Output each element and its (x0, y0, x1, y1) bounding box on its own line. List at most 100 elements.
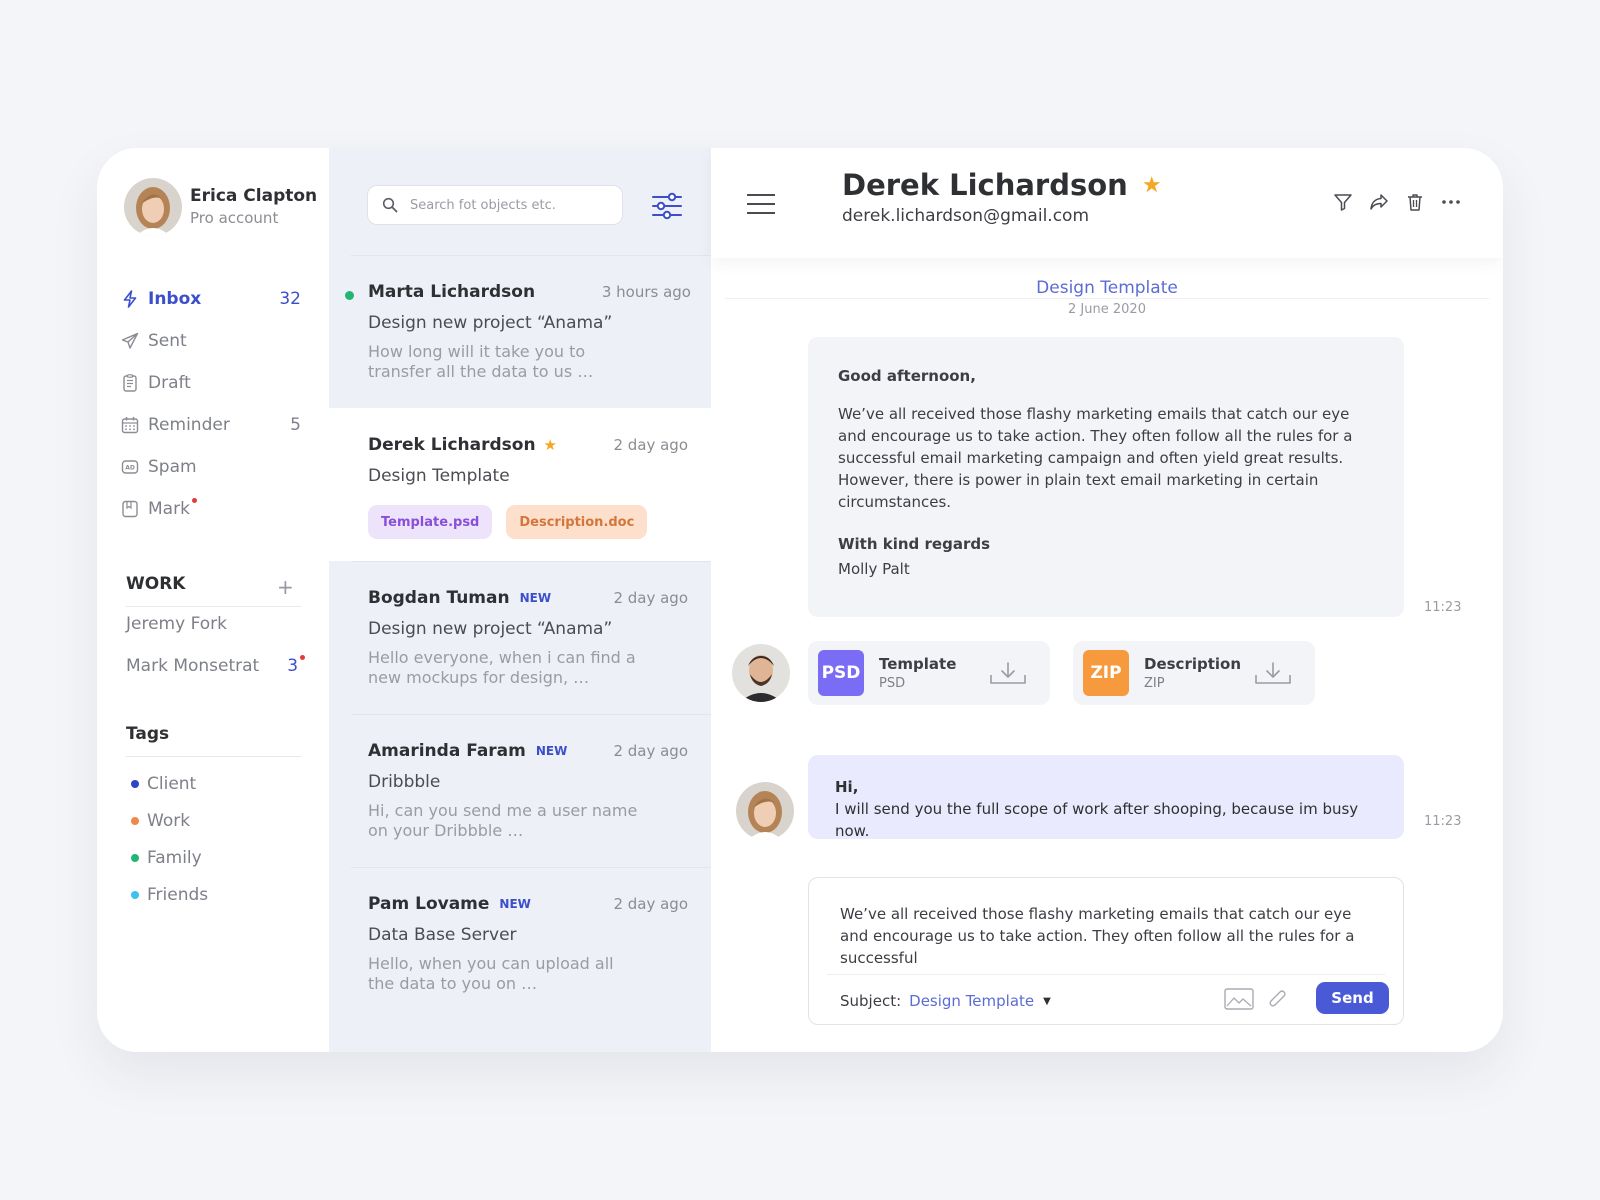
caret-down-icon[interactable]: ▼ (1043, 996, 1051, 1007)
nav-item-mark[interactable]: Mark (121, 488, 301, 530)
thread-subject: Design Template (1036, 278, 1178, 298)
nav-label: Mark (148, 499, 190, 519)
email-body: We’ve all received those flashy marketin… (838, 405, 1353, 511)
filter-settings-button[interactable] (651, 191, 683, 221)
attachment-name: Template (879, 655, 957, 673)
tag-work[interactable]: Work (131, 802, 208, 839)
tag-label: Friends (147, 884, 209, 905)
trash-icon[interactable] (1405, 192, 1425, 212)
download-icon[interactable] (1253, 661, 1293, 687)
user-avatar (736, 782, 794, 840)
divider (351, 255, 711, 256)
email-greeting: Good afternoon, (838, 367, 976, 385)
nav-label: Spam (148, 457, 197, 477)
tag-color-dot (131, 853, 139, 862)
contact-name: Derek Lichardson ★ (842, 168, 1162, 202)
star-icon[interactable]: ★ (544, 436, 557, 454)
folder-nav: Inbox 32 Sent Draft Reminder 5 AD Spam M… (121, 278, 301, 530)
work-list: Jeremy Fork Mark Monsetrat 3 (126, 603, 306, 687)
message-time: 2 day ago (613, 436, 688, 454)
thread-date: 2 June 2020 (1068, 302, 1146, 317)
compose-box: We’ve all received those flashy marketin… (808, 877, 1404, 1025)
document-icon (121, 374, 139, 392)
reading-pane: Derek Lichardson ★ derek.lichardson@gmai… (711, 148, 1503, 1052)
nav-count: 32 (279, 289, 301, 309)
nav-item-sent[interactable]: Sent (121, 320, 301, 362)
filter-icon[interactable] (1333, 192, 1353, 212)
download-icon[interactable] (988, 661, 1028, 687)
message-list-panel: Marta Lichardson 3 hours ago Design new … (329, 148, 711, 1052)
more-icon[interactable] (1441, 192, 1461, 212)
file-type-badge: PSD (818, 650, 864, 696)
nav-item-spam[interactable]: AD Spam (121, 446, 301, 488)
message-preview: Hi, can you send me a user name on your … (368, 801, 638, 840)
compose-text[interactable]: We’ve all received those flashy marketin… (840, 903, 1380, 969)
message-preview: Hello everyone, when i can find a new mo… (368, 648, 636, 687)
star-icon[interactable]: ★ (1142, 173, 1162, 198)
new-badge: NEW (519, 591, 552, 605)
search-box[interactable] (367, 185, 623, 225)
message-subject: Design new project “Anama” (368, 619, 613, 639)
image-icon[interactable] (1224, 988, 1254, 1010)
message-time: 2 day ago (613, 589, 688, 607)
tag-client[interactable]: Client (131, 765, 208, 802)
notification-dot (191, 497, 197, 503)
work-item-name: Jeremy Fork (126, 614, 227, 634)
attachment-chip-psd[interactable]: Template.psd (368, 505, 493, 539)
divider (126, 756, 301, 757)
conversation-actions (1333, 192, 1477, 212)
message-time: 11:23 (1424, 814, 1462, 829)
search-input[interactable] (410, 197, 610, 213)
message-time: 11:23 (1424, 600, 1462, 615)
message-item[interactable]: Amarinda Faram NEW 2 day ago Dribbble Hi… (329, 714, 711, 867)
divider (827, 974, 1385, 975)
contact-email: derek.lichardson@gmail.com (842, 206, 1089, 226)
subject-select[interactable]: Design Template (909, 992, 1034, 1010)
message-sender: Bogdan Tuman (368, 588, 510, 608)
sliders-icon (652, 192, 682, 220)
tag-label: Work (147, 810, 191, 831)
work-item-name: Mark Monsetrat (126, 656, 260, 676)
tag-color-dot (131, 779, 139, 788)
message-time: 2 day ago (613, 742, 688, 760)
search-icon (382, 197, 398, 213)
message-preview: Hello, when you can upload all the data … (368, 954, 614, 993)
nav-label: Sent (148, 331, 187, 351)
tag-friends[interactable]: Friends (131, 876, 208, 913)
attachment-card[interactable]: ZIP Description ZIP (1073, 641, 1315, 705)
nav-item-inbox[interactable]: Inbox 32 (121, 278, 301, 320)
mail-app-window: Erica Clapton Pro account Inbox 32 Sent (97, 148, 1503, 1052)
svg-text:AD: AD (125, 465, 135, 472)
user-profile[interactable]: Erica Clapton Pro account (124, 178, 317, 236)
tag-color-dot (131, 890, 139, 899)
nav-item-draft[interactable]: Draft (121, 362, 301, 404)
work-item-jeremy-fork[interactable]: Jeremy Fork (126, 603, 306, 645)
forward-icon[interactable] (1369, 192, 1389, 212)
unread-indicator (345, 291, 354, 300)
divider (351, 561, 711, 562)
account-type: Pro account (190, 209, 279, 227)
attachment-card[interactable]: PSD Template PSD (808, 641, 1050, 705)
nav-label: Reminder (148, 415, 230, 435)
message-preview: How long will it take you to transfer al… (368, 342, 594, 381)
tag-family[interactable]: Family (131, 839, 208, 876)
message-item-selected[interactable]: Derek Lichardson ★ 2 day ago Design Temp… (329, 408, 711, 561)
sidebar: Erica Clapton Pro account Inbox 32 Sent (97, 148, 329, 1052)
divider (351, 867, 711, 868)
bookmark-icon (121, 500, 139, 518)
tags-section-title: Tags (126, 724, 170, 744)
send-button[interactable]: Send (1316, 982, 1389, 1014)
attachment-chip-doc[interactable]: Description.doc (506, 505, 648, 539)
tag-label: Client (147, 773, 197, 794)
menu-icon[interactable] (747, 194, 775, 214)
email-regards: With kind regards (838, 535, 991, 553)
nav-item-reminder[interactable]: Reminder 5 (121, 404, 301, 446)
add-work-button[interactable]: + (277, 575, 294, 599)
attachment-icon[interactable] (1267, 988, 1289, 1010)
file-type-badge: ZIP (1083, 650, 1129, 696)
work-item-mark-monsetrat[interactable]: Mark Monsetrat 3 (126, 645, 306, 687)
message-item[interactable]: Bogdan Tuman NEW 2 day ago Design new pr… (329, 561, 711, 714)
divider (351, 714, 711, 715)
message-item[interactable]: Pam Lovame NEW 2 day ago Data Base Serve… (329, 867, 711, 1020)
message-item[interactable]: Marta Lichardson 3 hours ago Design new … (329, 255, 711, 408)
